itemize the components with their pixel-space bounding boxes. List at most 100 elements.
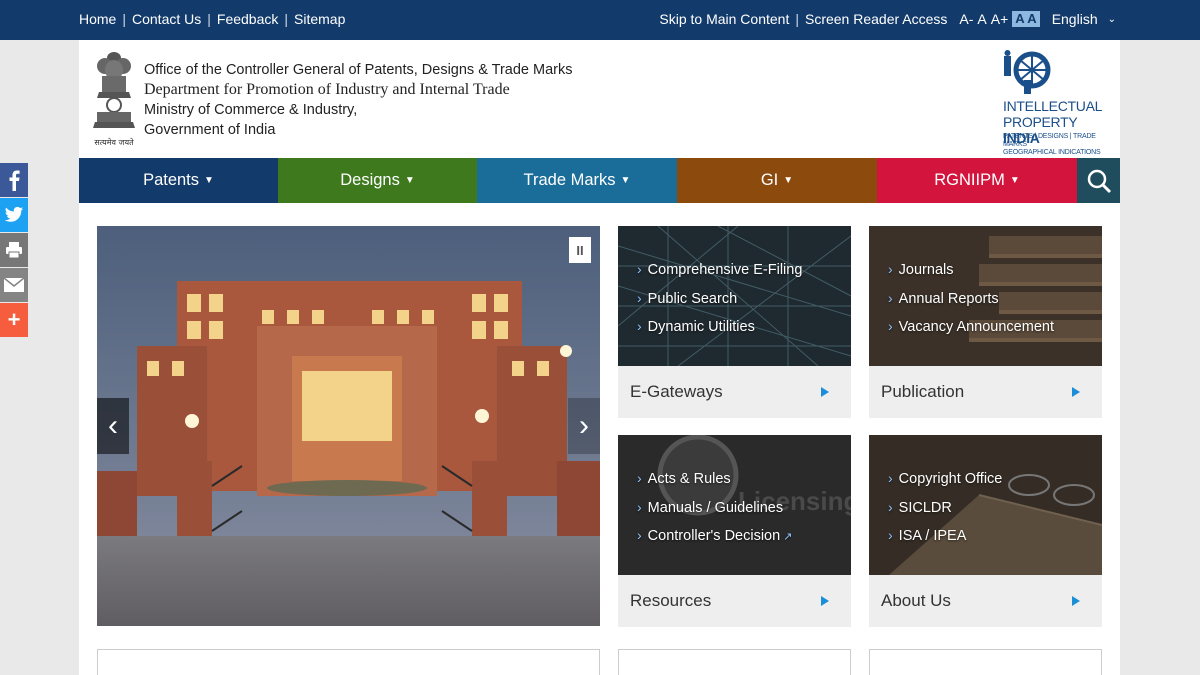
divider: | [795,11,799,27]
controllers-decision-link[interactable]: Controller's Decision↗ [637,522,793,552]
play-arrow-icon [821,596,829,606]
search-button[interactable] [1077,158,1120,203]
caret-down-icon: ▼ [1009,175,1020,186]
divider: | [284,11,289,27]
organization-title: Office of the Controller General of Pate… [144,60,573,140]
nav-label: Trade Marks [523,171,616,189]
tile-links: Journals Annual Reports Vacancy Announce… [888,256,1054,342]
chevron-down-icon: ⌄ [1107,13,1116,25]
plus-icon: + [7,307,21,332]
nav-item-gi[interactable]: GI ▼ [677,158,877,203]
ip-india-logo[interactable]: INTELLECTUAL PROPERTY INDIA PATENTS | DE… [1002,50,1112,156]
main-nav: Patents ▼ Designs ▼ Trade Marks ▼ GI ▼ RGNII… [79,158,1120,203]
caret-down-icon: ▼ [620,175,631,186]
manuals-guidelines-link[interactable]: Manuals / Guidelines [637,494,792,523]
logo-line-1: INTELLECTUAL [1003,98,1103,114]
nav-item-rgniipm[interactable]: RGNIIPM ▼ [877,158,1077,203]
email-share-button[interactable] [0,268,28,302]
nav-item-patents[interactable]: Patents ▼ [79,158,278,203]
twitter-icon [4,206,24,222]
logo-line-2a: PROPERTY [1003,114,1078,130]
tile-title: Resources [630,591,712,610]
dynamic-utilities-link[interactable]: Dynamic Utilities [637,313,802,342]
logo-line-3: PATENTS | DESIGNS | TRADE MARKS [1003,133,1096,148]
emblem-caption: सत्यमेव जयते [94,138,134,147]
tile-about-us-button[interactable]: About Us [869,575,1102,627]
bottom-panel-left [97,649,600,675]
public-search-link[interactable]: Public Search [637,285,802,314]
tile-links: Acts & Rules Manuals / Guidelines Contro… [637,465,793,552]
email-icon [4,278,24,292]
skip-to-main-link[interactable]: Skip to Main Content [659,11,789,27]
logo-tagline: PATENTS | DESIGNS | TRADE MARKS GEOGRAPH… [1003,133,1112,157]
font-decrease-button[interactable]: A- [959,11,973,27]
font-increase-button[interactable]: A+ [991,11,1009,27]
facebook-share-button[interactable] [0,163,28,197]
nav-label: RGNIIPM [934,171,1005,189]
org-line-4: Government of India [144,122,276,138]
play-arrow-icon [1072,596,1080,606]
caret-down-icon: ▼ [204,175,214,186]
slider-pause-button[interactable]: II [569,237,591,263]
tile-resources: Licensing Acts & Rules Manuals / Guideli… [618,435,851,627]
language-select[interactable]: English ⌄ [1052,11,1116,27]
sitemap-link[interactable]: Sitemap [294,11,345,27]
national-emblem: सत्यमेव जयते [91,50,137,148]
external-link-icon: ↗ [783,531,793,543]
divider: | [207,11,211,27]
ip-india-logo-icon [1004,50,1051,94]
annual-reports-link[interactable]: Annual Reports [888,285,1054,314]
org-line-3: Ministry of Commerce & Industry, [144,102,358,118]
acts-rules-link[interactable]: Acts & Rules [637,465,792,494]
nav-label: Designs [340,171,400,189]
home-link[interactable]: Home [79,11,116,27]
tile-title: E-Gateways [630,382,723,401]
contrast-toggle[interactable]: A A [1012,11,1040,27]
logo-line-4: GEOGRAPHICAL INDICATIONS [1003,149,1101,156]
vacancy-announcement-link[interactable]: Vacancy Announcement [888,313,1054,342]
font-normal-button[interactable]: A [977,11,986,27]
play-arrow-icon [821,387,829,397]
social-share-bar: + [0,163,28,338]
contact-us-link[interactable]: Contact Us [132,11,201,27]
play-arrow-icon [1072,387,1080,397]
print-icon [6,242,22,259]
print-button[interactable] [0,233,28,267]
tile-links: Comprehensive E-Filing Public Search Dyn… [637,256,803,342]
feedback-link[interactable]: Feedback [217,11,278,27]
tile-about-us: Copyright Office SICLDR ISA / IPEA About… [869,435,1102,627]
isa-ipea-link[interactable]: ISA / IPEA [888,522,1002,551]
divider: | [122,11,126,27]
copyright-office-link[interactable]: Copyright Office [888,465,1003,494]
nav-label: Patents [143,171,200,189]
nav-item-trade-marks[interactable]: Trade Marks ▼ [477,158,677,203]
screen-reader-link[interactable]: Screen Reader Access [805,11,947,27]
org-line-2: Department for Promotion of Industry and… [144,81,510,98]
twitter-share-button[interactable] [0,198,28,232]
journals-link[interactable]: Journals [888,256,1054,285]
tile-e-gateways-button[interactable]: E-Gateways [618,366,851,418]
tile-e-gateways: Comprehensive E-Filing Public Search Dyn… [618,226,851,418]
building-photo [97,226,600,626]
tile-title: About Us [881,591,951,610]
slider-next-button[interactable]: › [568,398,600,454]
font-size-controls: A- A A+ A A [959,11,1040,27]
nav-label: GI [760,171,779,189]
tile-publication-button[interactable]: Publication [869,366,1102,418]
sicldr-link[interactable]: SICLDR [888,494,1002,523]
bottom-panel-middle [618,649,851,675]
top-right-controls: Skip to Main Content | Screen Reader Acce… [659,11,1116,27]
emblem-icon [93,52,135,128]
tile-publication: Journals Annual Reports Vacancy Announce… [869,226,1102,418]
slider-prev-button[interactable]: ‹ [97,398,129,454]
org-line-1: Office of the Controller General of Pate… [144,62,573,78]
main-container: सत्यमेव जयते Office of the Controller Ge… [79,40,1120,675]
hero-slider: II ‹ › [97,226,600,626]
nav-item-designs[interactable]: Designs ▼ [278,158,477,203]
tile-title: Publication [881,382,965,401]
share-more-button[interactable]: + [0,303,28,337]
top-bar: Home | Contact Us | Feedback | Sitemap Skip… [0,0,1200,40]
top-links: Home | Contact Us | Feedback | Sitemap [79,11,345,27]
tile-resources-button[interactable]: Resources [618,575,851,627]
comprehensive-e-filing-link[interactable]: Comprehensive E-Filing [637,256,803,285]
